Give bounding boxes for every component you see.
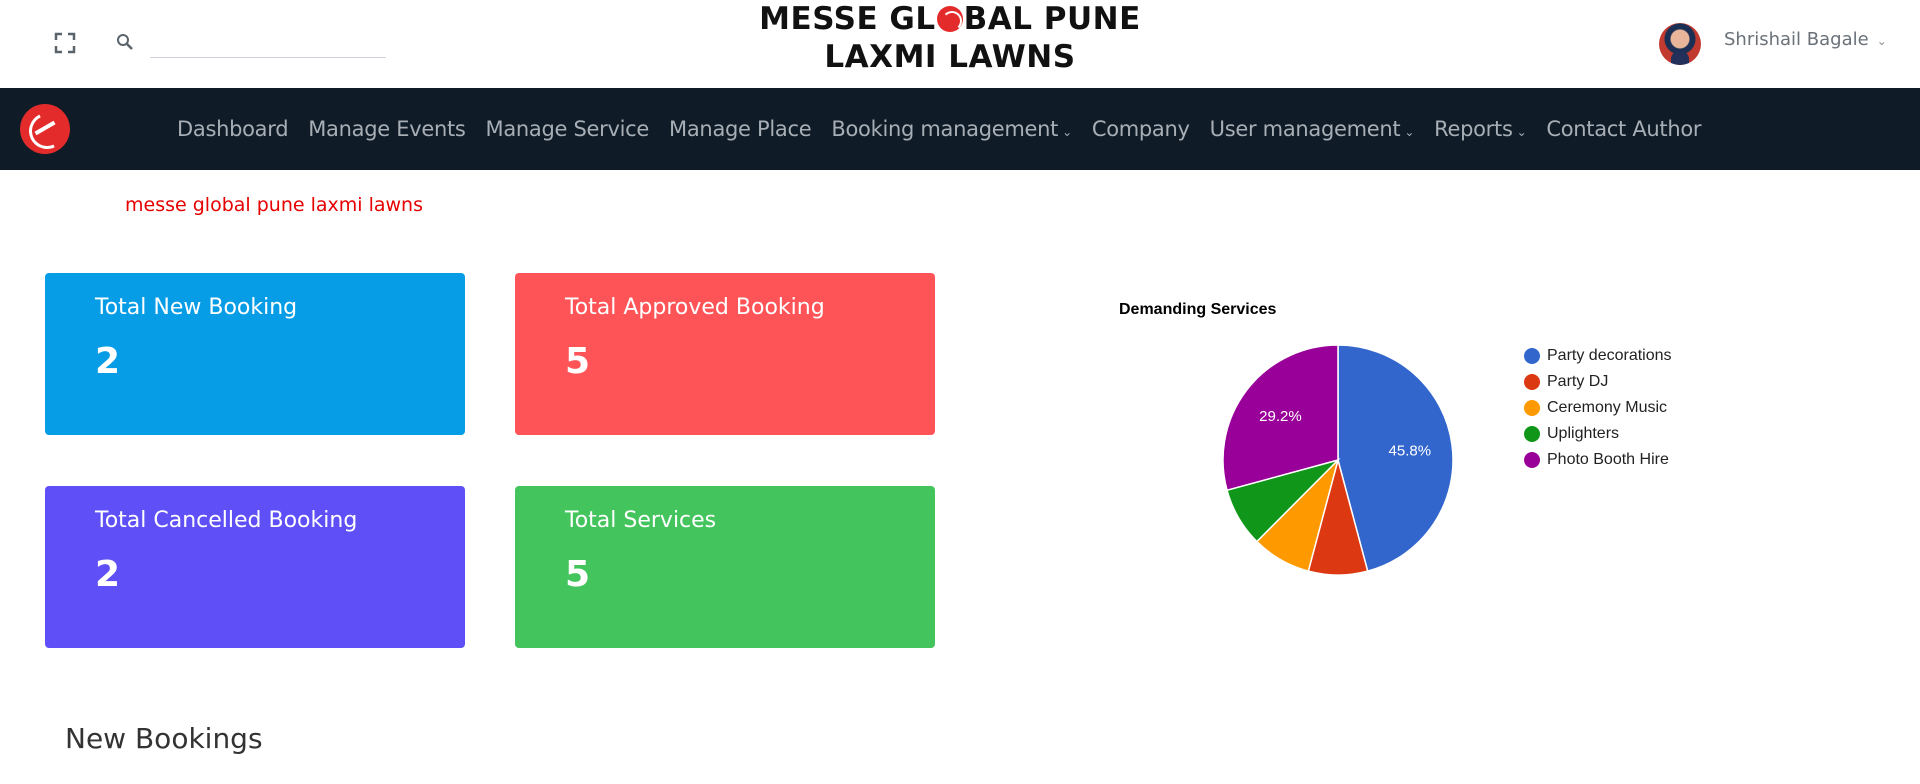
stat-card-total-cancelled-booking[interactable]: Total Cancelled Booking 2 (45, 486, 465, 648)
nav-menu: Dashboard Manage Events Manage Service Mana… (177, 88, 1721, 170)
demanding-services-chart: 45.8% 29.2% Demanding Services Party deco… (1110, 290, 1710, 610)
chart-legend: Party decorations Party DJ Ceremony Music U… (1524, 343, 1672, 473)
chart-title: Demanding Services (1119, 301, 1277, 318)
stat-card-label: Total Approved Booking (565, 295, 825, 320)
legend-item[interactable]: Ceremony Music (1524, 395, 1672, 421)
chevron-down-icon: ⌄ (1062, 125, 1072, 139)
nav-item-contact-author[interactable]: Contact Author (1546, 117, 1701, 141)
nav-item-label: Company (1091, 117, 1190, 141)
stat-card-label: Total Cancelled Booking (95, 508, 358, 533)
avatar[interactable] (1659, 23, 1701, 65)
legend-swatch (1524, 374, 1540, 390)
brand-title: MESSE GL BAL PUNE LAXMI LAWNS (700, 0, 1200, 76)
legend-label: Ceremony Music (1547, 399, 1668, 416)
search-input[interactable] (150, 28, 386, 58)
legend-label: Party DJ (1547, 373, 1609, 390)
legend-item[interactable]: Party DJ (1524, 369, 1672, 395)
nav-item-label: Booking management (831, 117, 1059, 141)
pie-slice-label: 29.2% (1259, 408, 1302, 425)
nav-item-user-management[interactable]: User management ⌄ (1209, 117, 1415, 141)
nav-item-manage-service[interactable]: Manage Service (486, 117, 650, 141)
nav-item-booking-management[interactable]: Booking management ⌄ (831, 117, 1072, 141)
brand-line2: LAXMI LAWNS (824, 39, 1076, 75)
stat-card-value: 2 (95, 341, 121, 382)
legend-swatch (1524, 348, 1540, 364)
search-icon (117, 34, 133, 50)
new-bookings-heading: New Bookings (65, 722, 263, 755)
stat-card-total-new-booking[interactable]: Total New Booking 2 (45, 273, 465, 435)
top-header: MESSE GL BAL PUNE LAXMI LAWNS Shrishail B… (0, 0, 1920, 88)
chevron-down-icon: ⌄ (1404, 125, 1415, 139)
stat-card-label: Total Services (565, 508, 717, 533)
nav-item-label: Manage Events (308, 117, 466, 141)
nav-item-label: User management (1209, 117, 1401, 141)
nav-item-label: Reports (1434, 117, 1513, 141)
page-subtitle: messe global pune laxmi lawns (125, 194, 423, 216)
legend-item[interactable]: Uplighters (1524, 421, 1672, 447)
stat-card-value: 2 (95, 554, 121, 595)
stat-card-total-approved-booking[interactable]: Total Approved Booking 5 (515, 273, 935, 435)
pie-slice-label: 45.8% (1389, 443, 1432, 460)
nav-item-label: Manage Service (485, 117, 650, 141)
legend-item[interactable]: Photo Booth Hire (1524, 447, 1672, 473)
brand-line1-part-a: MESSE GL (759, 1, 936, 37)
app-logo-icon[interactable] (20, 104, 70, 154)
user-menu[interactable]: Shrishail Bagale ⌄ (1724, 29, 1887, 50)
nav-item-label: Manage Place (669, 117, 812, 141)
legend-label: Uplighters (1547, 425, 1620, 442)
legend-swatch (1524, 400, 1540, 416)
fullscreen-icon[interactable] (54, 32, 76, 54)
legend-label: Photo Booth Hire (1547, 451, 1669, 468)
stat-card-label: Total New Booking (95, 295, 298, 320)
legend-label: Party decorations (1547, 347, 1672, 364)
legend-swatch (1524, 452, 1540, 468)
main-navbar: Dashboard Manage Events Manage Service Mana… (0, 88, 1920, 170)
nav-item-manage-place[interactable]: Manage Place (669, 117, 812, 141)
brand-line1-part-b: BAL PUNE (963, 1, 1141, 37)
nav-item-dashboard[interactable]: Dashboard (177, 117, 289, 141)
nav-item-label: Contact Author (1546, 117, 1702, 141)
chevron-down-icon: ⌄ (1516, 125, 1527, 139)
stat-card-value: 5 (565, 341, 591, 382)
nav-item-label: Dashboard (177, 117, 289, 141)
nav-item-company[interactable]: Company (1092, 117, 1190, 141)
stat-card-total-services[interactable]: Total Services 5 (515, 486, 935, 648)
legend-item[interactable]: Party decorations (1524, 343, 1672, 369)
nav-item-manage-events[interactable]: Manage Events (308, 117, 466, 141)
chevron-down-icon: ⌄ (1876, 34, 1887, 48)
user-name: Shrishail Bagale (1724, 29, 1869, 50)
globe-logo-icon (936, 6, 963, 32)
nav-item-reports[interactable]: Reports ⌄ (1434, 117, 1527, 141)
legend-swatch (1524, 426, 1540, 442)
stat-card-value: 5 (565, 554, 591, 595)
